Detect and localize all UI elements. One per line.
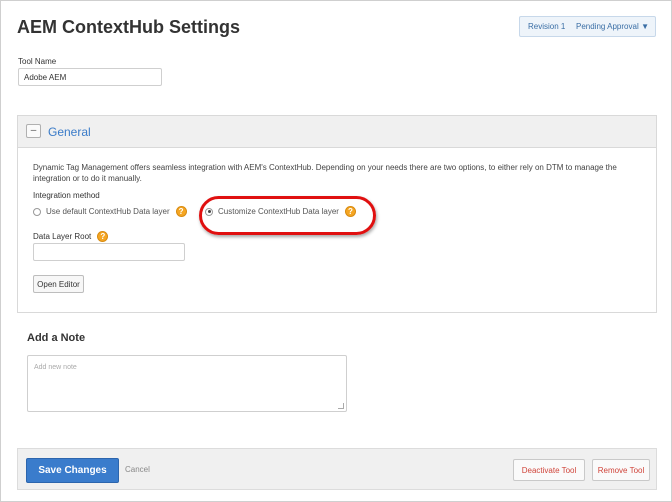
add-note-title: Add a Note <box>27 332 86 344</box>
footer-action-bar: Save Changes Cancel Deactivate Tool Remo… <box>17 448 657 490</box>
help-icon[interactable]: ? <box>97 231 109 242</box>
integration-method-label: Integration method <box>33 191 100 200</box>
data-layer-root-input[interactable] <box>33 243 185 261</box>
collapse-icon[interactable]: – <box>26 124 41 138</box>
remove-tool-button[interactable]: Remove Tool <box>592 459 650 481</box>
save-changes-button[interactable]: Save Changes <box>26 458 119 483</box>
revision-label: Revision 1 <box>528 22 566 31</box>
radio-label-default: Use default ContextHub Data layer <box>46 207 170 216</box>
general-panel: – General Dynamic Tag Management offers … <box>17 115 657 313</box>
revision-status-dropdown[interactable]: Revision 1 Pending Approval ▼ <box>519 16 656 37</box>
data-layer-root-label: Data Layer Root ? <box>33 231 109 242</box>
resize-handle-icon[interactable] <box>338 403 344 409</box>
radio-option-default[interactable]: Use default ContextHub Data layer ? <box>33 206 187 217</box>
highlight-annotation-ring <box>199 196 376 235</box>
integration-description: Dynamic Tag Management offers seamless i… <box>33 163 617 183</box>
tool-name-input[interactable]: Adobe AEM <box>18 68 162 86</box>
chevron-down-icon[interactable]: ▼ <box>641 22 649 31</box>
general-section-title[interactable]: General <box>48 125 91 139</box>
cancel-link[interactable]: Cancel <box>125 465 150 474</box>
note-placeholder: Add new note <box>34 364 77 371</box>
open-editor-button[interactable]: Open Editor <box>33 275 84 293</box>
approval-status-label: Pending Approval <box>576 22 639 31</box>
data-layer-root-text: Data Layer Root <box>33 232 92 241</box>
tool-name-label: Tool Name <box>18 57 57 66</box>
note-textarea[interactable]: Add new note <box>27 355 347 412</box>
deactivate-tool-button[interactable]: Deactivate Tool <box>513 459 585 481</box>
page-title: AEM ContextHub Settings <box>17 17 240 37</box>
help-icon[interactable]: ? <box>175 206 187 217</box>
general-panel-header[interactable]: – General <box>18 116 656 148</box>
radio-button-default[interactable] <box>33 207 41 216</box>
